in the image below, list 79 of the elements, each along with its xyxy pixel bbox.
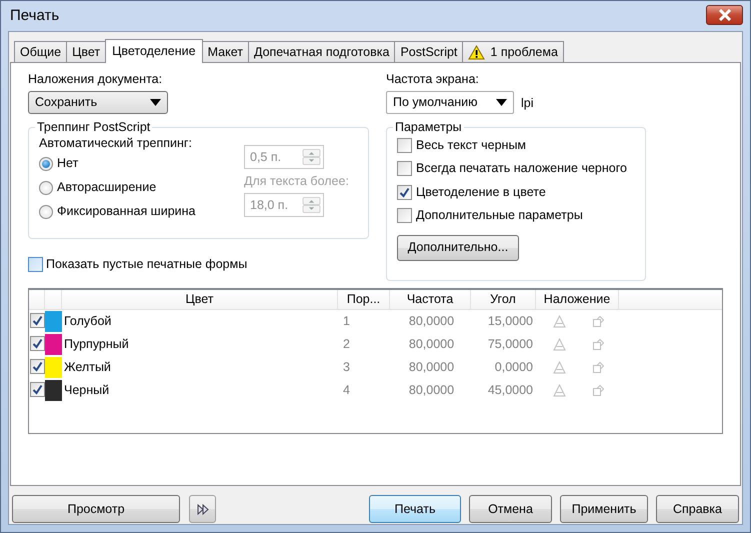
fast-forward-button[interactable] <box>189 495 216 523</box>
warning-icon <box>468 44 486 60</box>
dropdown[interactable]: По умолчанию <box>386 91 514 114</box>
table-cell: 4 <box>343 383 350 397</box>
tab[interactable]: Цветоделение <box>105 39 203 63</box>
table-cell: Пурпурный <box>64 337 129 351</box>
radio-label: Фиксированная ширина <box>57 204 196 219</box>
table-cell: Черный <box>64 383 110 397</box>
table-cell: 1 <box>343 314 350 328</box>
window-title: Печать <box>10 7 60 25</box>
triangle-icon <box>553 384 566 397</box>
table-cell: 3 <box>343 360 350 374</box>
dialog-button[interactable]: Отмена <box>469 495 552 523</box>
dropdown[interactable]: Сохранить <box>28 91 168 114</box>
overlap-shapes-icon <box>592 361 605 374</box>
triangle-icon <box>553 361 566 374</box>
caret-icon <box>150 99 161 106</box>
column-header[interactable]: Наложение <box>536 290 619 309</box>
radio-button[interactable] <box>39 180 53 194</box>
checkbox-label: Показать пустые печатные формы <box>46 257 248 272</box>
checkbox[interactable] <box>28 257 43 272</box>
table-cell: 15,0000 <box>488 314 533 328</box>
checkbox[interactable] <box>30 336 45 351</box>
column-header[interactable]: Цвет <box>62 290 338 309</box>
table-cell: 80,0000 <box>408 337 454 351</box>
close-icon <box>718 9 732 21</box>
unit-label: lpi <box>521 96 534 111</box>
radio-label: Авторасширение <box>57 180 156 195</box>
checkbox[interactable] <box>397 184 412 200</box>
triangle-icon <box>553 338 566 351</box>
radio-button[interactable] <box>39 156 53 170</box>
close-button[interactable] <box>706 5 743 25</box>
radio-label: Нет <box>57 156 78 171</box>
checkbox-label: Дополнительные параметры <box>416 208 583 224</box>
checkbox[interactable] <box>30 359 45 374</box>
field-label: Наложения документа: <box>28 72 164 88</box>
group-title: Треппинг PostScript <box>36 121 152 134</box>
field-label: Для текста более: <box>244 172 349 190</box>
tab[interactable]: Макет <box>202 41 249 62</box>
triangle-icon <box>553 315 566 328</box>
table-cell: Желтый <box>64 360 111 374</box>
checkbox-label: Цветоделение в цвете <box>416 184 546 200</box>
table-cell: 0,0000 <box>494 360 533 374</box>
dialog-button[interactable]: Справка <box>656 495 739 523</box>
table-cell: 75,0000 <box>488 337 533 351</box>
tab[interactable]: Общие <box>14 41 68 62</box>
checkbox[interactable] <box>30 382 45 397</box>
tab[interactable]: Допечатная подготовка <box>248 41 396 62</box>
more-button[interactable]: Дополнительно... <box>397 234 519 260</box>
tab[interactable]: Цвет <box>66 41 106 62</box>
caret-icon <box>496 99 507 106</box>
group-title: Параметры <box>394 121 463 134</box>
checkbox[interactable] <box>397 138 412 153</box>
table-cell: 2 <box>343 337 350 351</box>
double-arrow-icon <box>196 504 208 515</box>
column-header[interactable]: Частота <box>390 290 471 309</box>
table-cell: 45,0000 <box>488 383 533 397</box>
preview-button[interactable]: Просмотр <box>12 495 180 523</box>
checkbox[interactable] <box>397 161 412 176</box>
checkbox[interactable] <box>30 313 45 328</box>
checkbox-label: Весь текст черным <box>416 138 526 153</box>
field-label: Частота экрана: <box>386 72 480 88</box>
table-cell: 80,0000 <box>408 360 454 374</box>
tab[interactable]: 1 проблема <box>462 41 564 62</box>
table-cell: 80,0000 <box>408 383 454 397</box>
dialog-button[interactable]: Применить <box>560 495 648 523</box>
overlap-shapes-icon <box>592 384 605 397</box>
print-button[interactable]: Печать <box>369 495 461 523</box>
column-header[interactable]: Угол <box>471 290 536 309</box>
table-cell: Голубой <box>64 314 112 328</box>
table-cell: 80,0000 <box>408 314 454 328</box>
column-header[interactable]: Пор... <box>338 290 390 309</box>
checkbox[interactable] <box>397 208 412 224</box>
overlap-shapes-icon <box>592 315 605 328</box>
field-label: Автоматический треппинг: <box>39 136 193 152</box>
tab[interactable]: PostScript <box>394 41 464 62</box>
checkbox-label: Всегда печатать наложение черного <box>416 161 627 176</box>
overlap-shapes-icon <box>592 338 605 351</box>
radio-button[interactable] <box>39 204 53 218</box>
